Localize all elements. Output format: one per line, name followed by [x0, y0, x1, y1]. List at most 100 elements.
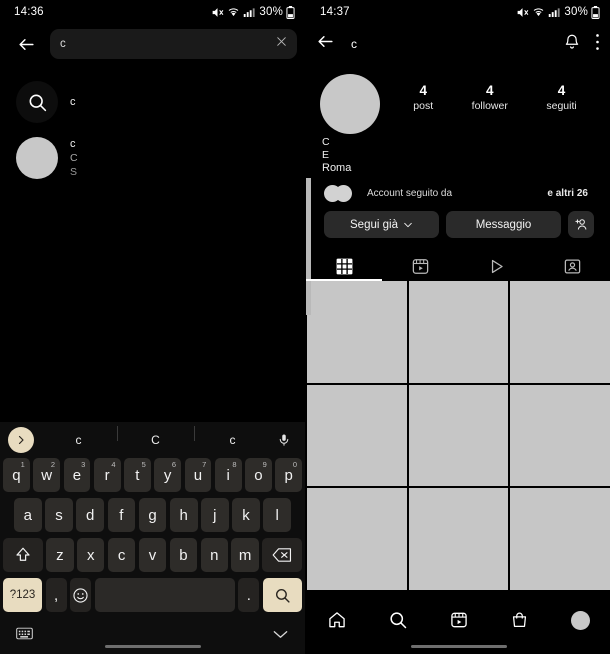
search-icon [389, 612, 406, 629]
following-button[interactable]: Segui già [324, 211, 439, 238]
hide-keyboard-button[interactable] [272, 627, 289, 645]
stat-followers[interactable]: 4 follower [472, 82, 508, 113]
key-k[interactable]: k [232, 498, 260, 532]
shift-icon [16, 547, 30, 561]
suggestion-3[interactable]: c [194, 426, 271, 447]
stat-following[interactable]: 4 seguiti [546, 82, 576, 113]
suggested-users-button[interactable] [568, 211, 594, 238]
grid-post-tile[interactable] [408, 281, 509, 383]
signal-icon [244, 7, 255, 17]
notifications-button[interactable] [563, 33, 581, 56]
voice-input-button[interactable] [271, 433, 297, 447]
back-arrow-icon [18, 38, 34, 50]
posts-grid [306, 281, 610, 590]
grid-post-tile[interactable] [510, 281, 610, 383]
nav-reels[interactable] [439, 606, 479, 634]
grid-post-tile[interactable] [510, 488, 610, 590]
key-r[interactable]: r4 [93, 458, 121, 492]
nav-search[interactable] [378, 606, 418, 634]
key-i[interactable]: i8 [214, 458, 242, 492]
key-f[interactable]: f [107, 498, 136, 532]
key-a[interactable]: a [13, 498, 42, 532]
backspace-icon [272, 548, 292, 562]
back-button[interactable] [316, 32, 335, 56]
tab-tagged[interactable] [534, 251, 610, 281]
key-u[interactable]: u7 [184, 458, 212, 492]
key-j[interactable]: j [201, 498, 229, 532]
key-h[interactable]: h [169, 498, 198, 532]
key-l[interactable]: l [263, 498, 292, 532]
grid-post-tile[interactable] [408, 384, 509, 487]
grid-post-tile[interactable] [408, 488, 509, 590]
key-number: 5 [141, 460, 146, 469]
keyboard-switch-button[interactable] [16, 627, 33, 645]
grid-post-tile[interactable] [307, 384, 407, 487]
profile-screen-panel: 14:37 30% c 4 post 4 follower 4 seguiti … [305, 0, 610, 654]
suggestion-1[interactable]: c [40, 433, 117, 447]
followed-by-row[interactable]: Account seguito da e altri 26 [306, 175, 610, 202]
period-key[interactable]: . [238, 578, 260, 612]
nav-shop[interactable] [500, 606, 540, 634]
emoji-key[interactable] [70, 578, 92, 612]
battery-percent: 30% [564, 6, 588, 18]
key-t[interactable]: t5 [124, 458, 151, 492]
key-g[interactable]: g [138, 498, 167, 532]
key-v[interactable]: v [138, 538, 167, 572]
shift-key[interactable] [3, 538, 43, 572]
key-c[interactable]: c [107, 538, 136, 572]
nav-profile[interactable] [561, 606, 601, 634]
key-b[interactable]: b [169, 538, 198, 572]
wifi-icon [534, 8, 544, 16]
search-key[interactable] [262, 578, 302, 612]
status-time: 14:36 [14, 6, 44, 18]
comma-key[interactable]: , [45, 578, 67, 612]
list-item[interactable]: c C S [0, 130, 305, 186]
stat-value: 4 [557, 83, 566, 98]
grid-post-tile[interactable] [307, 281, 407, 383]
backspace-key[interactable] [262, 538, 302, 572]
screen-edge-artifact [306, 178, 311, 315]
search-input[interactable]: c [50, 29, 297, 59]
back-button[interactable] [8, 26, 44, 62]
key-d[interactable]: d [76, 498, 104, 532]
key-e[interactable]: e3 [63, 458, 91, 492]
video-icon [491, 259, 503, 273]
key-z[interactable]: z [46, 538, 74, 572]
symbols-key[interactable]: ?123 [3, 578, 43, 612]
message-label: Messaggio [475, 218, 532, 231]
close-icon [277, 37, 286, 46]
key-number: 9 [262, 460, 267, 469]
key-w[interactable]: w2 [33, 458, 60, 492]
key-o[interactable]: o9 [245, 458, 272, 492]
message-button[interactable]: Messaggio [446, 211, 561, 238]
key-s[interactable]: s [45, 498, 73, 532]
avatar[interactable] [320, 74, 380, 134]
key-y[interactable]: y6 [154, 458, 181, 492]
battery-icon [591, 5, 600, 19]
key-label: w [41, 466, 53, 484]
home-indicator-right [410, 644, 507, 648]
tab-grid[interactable] [306, 251, 382, 281]
key-x[interactable]: x [77, 538, 105, 572]
emoji-icon [73, 587, 88, 603]
key-n[interactable]: n [200, 538, 228, 572]
tab-reels[interactable] [382, 251, 458, 281]
result-query-text: c [70, 96, 76, 108]
key-p[interactable]: p0 [275, 458, 302, 492]
tab-video[interactable] [458, 251, 534, 281]
suggestion-2[interactable]: C [117, 426, 194, 447]
clear-search-button[interactable] [275, 35, 288, 53]
list-item[interactable]: c [0, 74, 305, 130]
key-q[interactable]: q1 [3, 458, 30, 492]
more-options-button[interactable] [595, 33, 600, 56]
wifi-icon [229, 8, 239, 16]
key-m[interactable]: m [231, 538, 259, 572]
tagged-icon [564, 259, 580, 273]
grid-post-tile[interactable] [307, 488, 407, 590]
grid-post-tile[interactable] [510, 384, 610, 487]
stat-posts[interactable]: 4 post [413, 82, 433, 113]
space-key[interactable] [94, 578, 235, 612]
key-label: i [226, 466, 230, 484]
nav-home[interactable] [317, 606, 357, 634]
expand-suggestions-button[interactable] [8, 427, 34, 453]
